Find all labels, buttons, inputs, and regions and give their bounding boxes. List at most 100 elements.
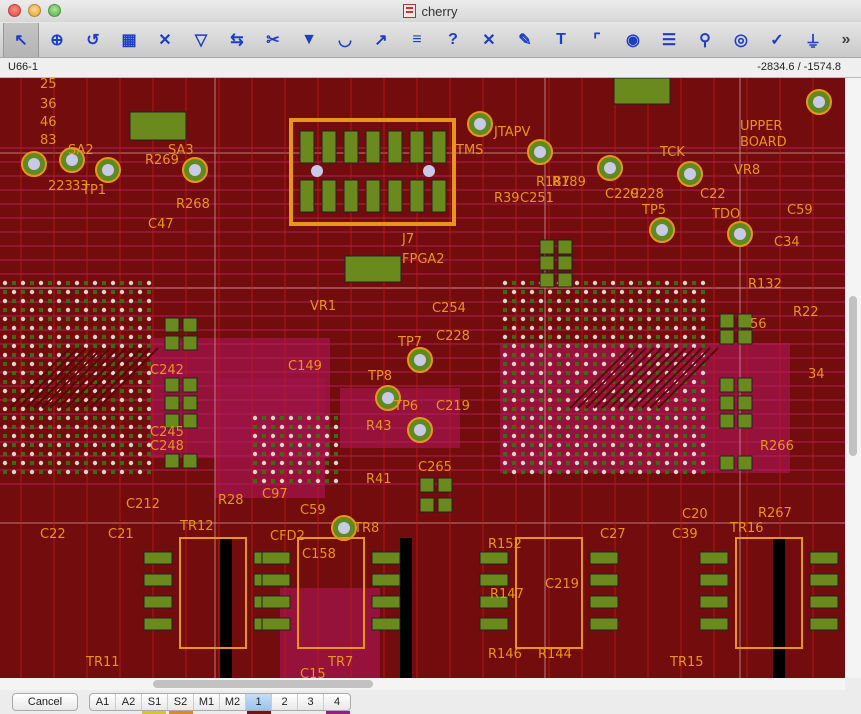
- bga-pad: [66, 425, 70, 429]
- ring-tool-button[interactable]: ◎: [723, 23, 759, 57]
- bga-ball: [288, 451, 294, 457]
- bga-pad: [120, 335, 124, 339]
- bga-ball: [38, 442, 44, 448]
- down-tool-button[interactable]: ▼: [291, 23, 327, 57]
- bga-ball: [83, 469, 89, 475]
- bga-pad: [584, 425, 588, 429]
- bga-pad: [39, 470, 43, 474]
- bga-pad: [548, 353, 552, 357]
- bga-pad: [548, 443, 552, 447]
- bga-pad: [665, 452, 669, 456]
- bga-pad: [3, 470, 7, 474]
- align-tool-button[interactable]: ☰: [651, 23, 687, 57]
- horizontal-scroll-thumb[interactable]: [153, 680, 373, 688]
- toolbar-overflow-button[interactable]: »: [831, 23, 861, 57]
- bga-ball: [110, 280, 116, 286]
- bga-ball: [520, 370, 526, 376]
- grid-tool-button[interactable]: ▦: [111, 23, 147, 57]
- text-tool-button[interactable]: T: [543, 23, 579, 57]
- cancel-button[interactable]: Cancel: [12, 693, 78, 711]
- keepout-strip: [400, 538, 412, 678]
- bga-ball: [101, 343, 107, 349]
- bga-pad: [12, 425, 16, 429]
- bga-ball: [520, 334, 526, 340]
- bga-ball: [324, 469, 330, 475]
- bga-ball: [637, 307, 643, 313]
- layer-tab-m1[interactable]: M1: [194, 694, 220, 710]
- ic-pad: [143, 551, 173, 565]
- zoom-window-button[interactable]: [48, 4, 61, 17]
- bga-pad: [48, 299, 52, 303]
- bga-ball: [664, 406, 670, 412]
- pcb-board-view[interactable]: 25364683SA2 SA3R269R268223 33TP1C47JTAPVTM…: [0, 78, 845, 678]
- bga-ball: [565, 451, 571, 457]
- layer-tab-1[interactable]: 1: [246, 694, 272, 710]
- collapse-tool-button[interactable]: ✕: [147, 23, 183, 57]
- bga-pad: [84, 317, 88, 321]
- layer-tab-a1[interactable]: A1: [90, 694, 116, 710]
- bga-ball: [47, 343, 53, 349]
- layer-tab-s1[interactable]: S1: [142, 694, 168, 710]
- pad-tool-button[interactable]: ◉: [615, 23, 651, 57]
- flip-tool-button[interactable]: ⇆: [219, 23, 255, 57]
- bga-ball: [664, 298, 670, 304]
- bga-pad: [683, 434, 687, 438]
- pin-tool-button[interactable]: ⚲: [687, 23, 723, 57]
- select-tool-button[interactable]: ↖: [3, 22, 39, 57]
- layer-tab-s2[interactable]: S2: [168, 694, 194, 710]
- bga-pad: [12, 407, 16, 411]
- undo-tool-button[interactable]: ↺: [75, 23, 111, 57]
- layer-tab-4[interactable]: 4: [324, 694, 350, 710]
- bga-ball: [664, 442, 670, 448]
- bga-ball: [556, 370, 562, 376]
- smd-pad: [164, 453, 180, 469]
- bga-pad: [683, 452, 687, 456]
- bga-ball: [83, 325, 89, 331]
- layer-tab-m2[interactable]: M2: [220, 694, 246, 710]
- bga-ball: [700, 334, 706, 340]
- bga-ball: [691, 307, 697, 313]
- layer-tab-a2[interactable]: A2: [116, 694, 142, 710]
- route-tool-button[interactable]: ↗: [363, 23, 399, 57]
- minimize-window-button[interactable]: [28, 4, 41, 17]
- vertical-scrollbar[interactable]: [845, 78, 861, 678]
- bga-pad: [262, 416, 266, 420]
- bga-ball: [547, 415, 553, 421]
- via-tool-button[interactable]: ◡: [327, 23, 363, 57]
- corner-tool-button[interactable]: ⌜: [579, 23, 615, 57]
- pcb-canvas[interactable]: 25 36 46 83 SA2 SA3 R269 R268 223 33 TP1 C47 JTAPV TM…: [0, 78, 845, 678]
- horizontal-scrollbar[interactable]: [0, 678, 845, 690]
- bga-pad: [638, 461, 642, 465]
- check-tool-button[interactable]: ✓: [759, 23, 795, 57]
- bga-pad: [701, 416, 705, 420]
- bga-ball: [556, 424, 562, 430]
- bga-ball: [592, 424, 598, 430]
- bga-pad: [93, 470, 97, 474]
- pencil-tool-button[interactable]: ✎: [507, 23, 543, 57]
- delete-tool-button[interactable]: ✕: [471, 23, 507, 57]
- zoom-tool-button[interactable]: ⊕: [39, 23, 75, 57]
- silkscreen-label: R39: [494, 191, 520, 206]
- help-tool-button[interactable]: ?: [435, 23, 471, 57]
- smd-pad: [737, 329, 753, 345]
- bga-ball: [583, 289, 589, 295]
- bga-pad: [48, 281, 52, 285]
- bga-ball: [511, 343, 517, 349]
- bga-pad: [147, 398, 151, 402]
- vertical-scroll-thumb[interactable]: [849, 296, 857, 456]
- cut-tool-button[interactable]: ✂: [255, 23, 291, 57]
- close-window-button[interactable]: [8, 4, 21, 17]
- bga-ball: [529, 343, 535, 349]
- bga-pad: [57, 290, 61, 294]
- filter-tool-button[interactable]: ▽: [183, 23, 219, 57]
- layer-tab-3[interactable]: 3: [298, 694, 324, 710]
- ground-tool-button[interactable]: ⏚: [795, 23, 831, 57]
- bga-pad: [683, 326, 687, 330]
- title-bar[interactable]: cherry: [0, 0, 861, 22]
- bga-ball: [306, 433, 312, 439]
- bga-pad: [12, 335, 16, 339]
- layer-tab-2[interactable]: 2: [272, 694, 298, 710]
- layers-tool-button[interactable]: ≡: [399, 23, 435, 57]
- bga-ball: [619, 433, 625, 439]
- bga-pad: [298, 416, 302, 420]
